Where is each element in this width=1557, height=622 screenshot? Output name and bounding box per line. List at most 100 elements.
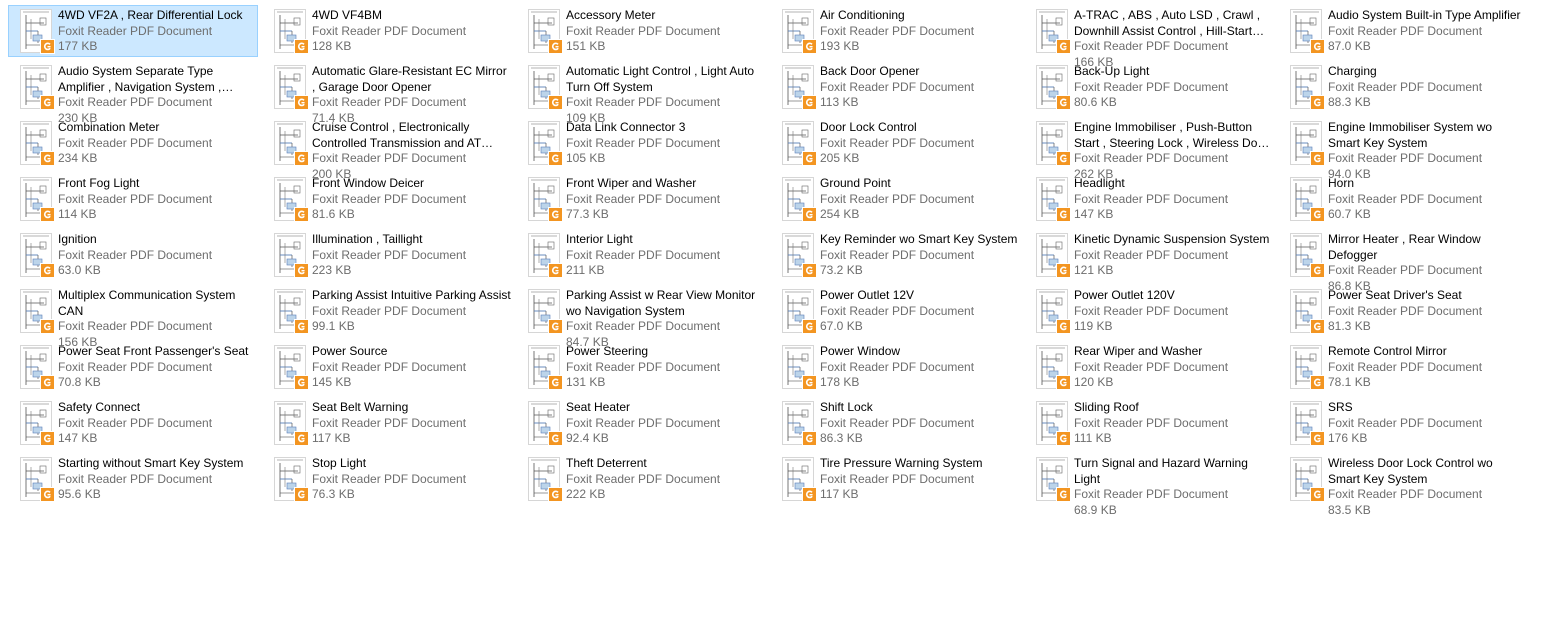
file-item[interactable]: Seat Heater Foxit Reader PDF Document 92… — [516, 397, 766, 449]
file-name: Back-Up Light — [1074, 64, 1150, 78]
file-item[interactable]: Rear Wiper and Washer Foxit Reader PDF D… — [1024, 341, 1274, 393]
file-item[interactable]: Audio System Built-in Type Amplifier Fox… — [1278, 5, 1528, 57]
pdf-thumbnail — [528, 121, 563, 166]
file-item[interactable]: Starting without Smart Key System Foxit … — [8, 453, 258, 505]
file-size: 205 KB — [820, 151, 860, 165]
file-item[interactable]: Shift Lock Foxit Reader PDF Document 86.… — [770, 397, 1020, 449]
file-item[interactable]: Tire Pressure Warning System Foxit Reade… — [770, 453, 1020, 505]
file-item[interactable]: Power Seat Driver's Seat Foxit Reader PD… — [1278, 285, 1528, 337]
file-item[interactable]: Back-Up Light Foxit Reader PDF Document … — [1024, 61, 1274, 113]
file-item[interactable]: Power Seat Front Passenger's Seat Foxit … — [8, 341, 258, 393]
pdf-thumbnail — [1036, 233, 1071, 278]
file-item[interactable]: Engine Immobiliser , Push-Button Start ,… — [1024, 117, 1274, 181]
file-type: Foxit Reader PDF Document — [58, 471, 213, 486]
file-size: 193 KB — [820, 39, 860, 53]
file-item[interactable]: Automatic Light Control , Light Auto Tur… — [516, 61, 766, 125]
file-name: Stop Light — [312, 456, 367, 470]
file-name: Safety Connect — [58, 400, 141, 414]
foxit-pdf-icon — [40, 207, 55, 222]
file-item[interactable]: Seat Belt Warning Foxit Reader PDF Docum… — [262, 397, 512, 449]
file-item[interactable]: Interior Light Foxit Reader PDF Document… — [516, 229, 766, 281]
file-item[interactable]: Theft Deterrent Foxit Reader PDF Documen… — [516, 453, 766, 505]
file-item[interactable]: 4WD VF2A , Rear Differential Lock Foxit … — [8, 5, 258, 57]
file-item[interactable]: Power Window Foxit Reader PDF Document 1… — [770, 341, 1020, 393]
file-name: Parking Assist w Rear View Monitor wo Na… — [566, 288, 756, 318]
file-item[interactable]: Cruise Control , Electronically Controll… — [262, 117, 512, 181]
file-item[interactable]: Horn Foxit Reader PDF Document 60.7 KB — [1278, 173, 1528, 225]
file-item[interactable]: Charging Foxit Reader PDF Document 88.3 … — [1278, 61, 1528, 113]
foxit-pdf-icon — [802, 375, 817, 390]
file-item[interactable]: Audio System Separate Type Amplifier , N… — [8, 61, 258, 125]
file-item[interactable]: Automatic Glare-Resistant EC Mirror , Ga… — [262, 61, 512, 125]
file-type: Foxit Reader PDF Document — [312, 303, 467, 318]
file-info: Sliding Roof Foxit Reader PDF Document 1… — [1074, 398, 1273, 447]
file-type: Foxit Reader PDF Document — [1328, 263, 1483, 277]
file-name: Kinetic Dynamic Suspension System — [1074, 232, 1270, 246]
file-type: Foxit Reader PDF Document — [820, 79, 975, 94]
file-name: Rear Wiper and Washer — [1074, 344, 1203, 358]
foxit-pdf-icon — [294, 319, 309, 334]
file-item[interactable]: Safety Connect Foxit Reader PDF Document… — [8, 397, 258, 449]
file-item[interactable]: Wireless Door Lock Control wo Smart Key … — [1278, 453, 1528, 517]
file-item[interactable]: Headlight Foxit Reader PDF Document 147 … — [1024, 173, 1274, 225]
foxit-pdf-icon — [802, 95, 817, 110]
file-name: 4WD VF2A , Rear Differential Lock — [58, 8, 243, 22]
file-info: Ignition Foxit Reader PDF Document 63.0 … — [58, 230, 257, 279]
file-name: Turn Signal and Hazard Warning Light — [1074, 456, 1248, 486]
file-item[interactable]: Sliding Roof Foxit Reader PDF Document 1… — [1024, 397, 1274, 449]
file-item[interactable]: Front Window Deicer Foxit Reader PDF Doc… — [262, 173, 512, 225]
file-info: 4WD VF2A , Rear Differential Lock Foxit … — [58, 6, 257, 55]
file-grid: 4WD VF2A , Rear Differential Lock Foxit … — [8, 5, 1538, 517]
file-item[interactable]: Air Conditioning Foxit Reader PDF Docume… — [770, 5, 1020, 57]
foxit-pdf-icon — [548, 95, 563, 110]
file-info: Horn Foxit Reader PDF Document 60.7 KB — [1328, 174, 1527, 223]
file-type: Foxit Reader PDF Document — [312, 151, 467, 165]
file-name: Audio System Separate Type Amplifier , N… — [58, 64, 222, 94]
file-item[interactable]: Power Source Foxit Reader PDF Document 1… — [262, 341, 512, 393]
file-item[interactable]: A-TRAC , ABS , Auto LSD , Crawl , Downhi… — [1024, 5, 1274, 69]
file-item[interactable]: Data Link Connector 3 Foxit Reader PDF D… — [516, 117, 766, 169]
file-item[interactable]: SRS Foxit Reader PDF Document 176 KB — [1278, 397, 1528, 449]
pdf-thumbnail — [528, 9, 563, 54]
file-item[interactable]: Parking Assist Intuitive Parking Assist … — [262, 285, 512, 337]
file-item[interactable]: Remote Control Mirror Foxit Reader PDF D… — [1278, 341, 1528, 393]
file-item[interactable]: Parking Assist w Rear View Monitor wo Na… — [516, 285, 766, 349]
file-type: Foxit Reader PDF Document — [1328, 191, 1483, 206]
file-item[interactable]: Power Outlet 120V Foxit Reader PDF Docum… — [1024, 285, 1274, 337]
file-type: Foxit Reader PDF Document — [820, 303, 975, 318]
file-item[interactable]: Turn Signal and Hazard Warning Light Fox… — [1024, 453, 1274, 517]
foxit-pdf-icon — [294, 151, 309, 166]
file-item[interactable]: 4WD VF4BM Foxit Reader PDF Document 128 … — [262, 5, 512, 57]
file-item[interactable]: Ground Point Foxit Reader PDF Document 2… — [770, 173, 1020, 225]
file-item[interactable]: Back Door Opener Foxit Reader PDF Docume… — [770, 61, 1020, 113]
file-item[interactable]: Power Outlet 12V Foxit Reader PDF Docume… — [770, 285, 1020, 337]
file-item[interactable]: Mirror Heater , Rear Window Defogger Fox… — [1278, 229, 1528, 293]
file-item[interactable]: Ignition Foxit Reader PDF Document 63.0 … — [8, 229, 258, 281]
file-item[interactable]: Illumination , Taillight Foxit Reader PD… — [262, 229, 512, 281]
file-item[interactable]: Engine Immobiliser System wo Smart Key S… — [1278, 117, 1528, 181]
file-name: Shift Lock — [820, 400, 873, 414]
file-type: Foxit Reader PDF Document — [312, 23, 467, 38]
file-size: 234 KB — [58, 151, 98, 165]
file-item[interactable]: Combination Meter Foxit Reader PDF Docum… — [8, 117, 258, 169]
file-name: Key Reminder wo Smart Key System — [820, 232, 1018, 246]
pdf-thumbnail — [20, 457, 55, 502]
file-item[interactable]: Stop Light Foxit Reader PDF Document 76.… — [262, 453, 512, 505]
file-item[interactable]: Power Steering Foxit Reader PDF Document… — [516, 341, 766, 393]
file-item[interactable]: Accessory Meter Foxit Reader PDF Documen… — [516, 5, 766, 57]
file-type: Foxit Reader PDF Document — [1328, 359, 1483, 374]
file-size: 92.4 KB — [566, 431, 609, 445]
file-item[interactable]: Multiplex Communication System CAN Foxit… — [8, 285, 258, 349]
pdf-thumbnail — [274, 457, 309, 502]
file-item[interactable]: Door Lock Control Foxit Reader PDF Docum… — [770, 117, 1020, 169]
file-item[interactable]: Key Reminder wo Smart Key System Foxit R… — [770, 229, 1020, 281]
file-type: Foxit Reader PDF Document — [312, 359, 467, 374]
file-size: 145 KB — [312, 375, 352, 389]
pdf-thumbnail — [782, 345, 817, 390]
file-name: Ignition — [58, 232, 97, 246]
file-item[interactable]: Front Wiper and Washer Foxit Reader PDF … — [516, 173, 766, 225]
file-item[interactable]: Kinetic Dynamic Suspension System Foxit … — [1024, 229, 1274, 281]
pdf-thumbnail — [1290, 401, 1325, 446]
file-item[interactable]: Front Fog Light Foxit Reader PDF Documen… — [8, 173, 258, 225]
foxit-pdf-icon — [294, 431, 309, 446]
